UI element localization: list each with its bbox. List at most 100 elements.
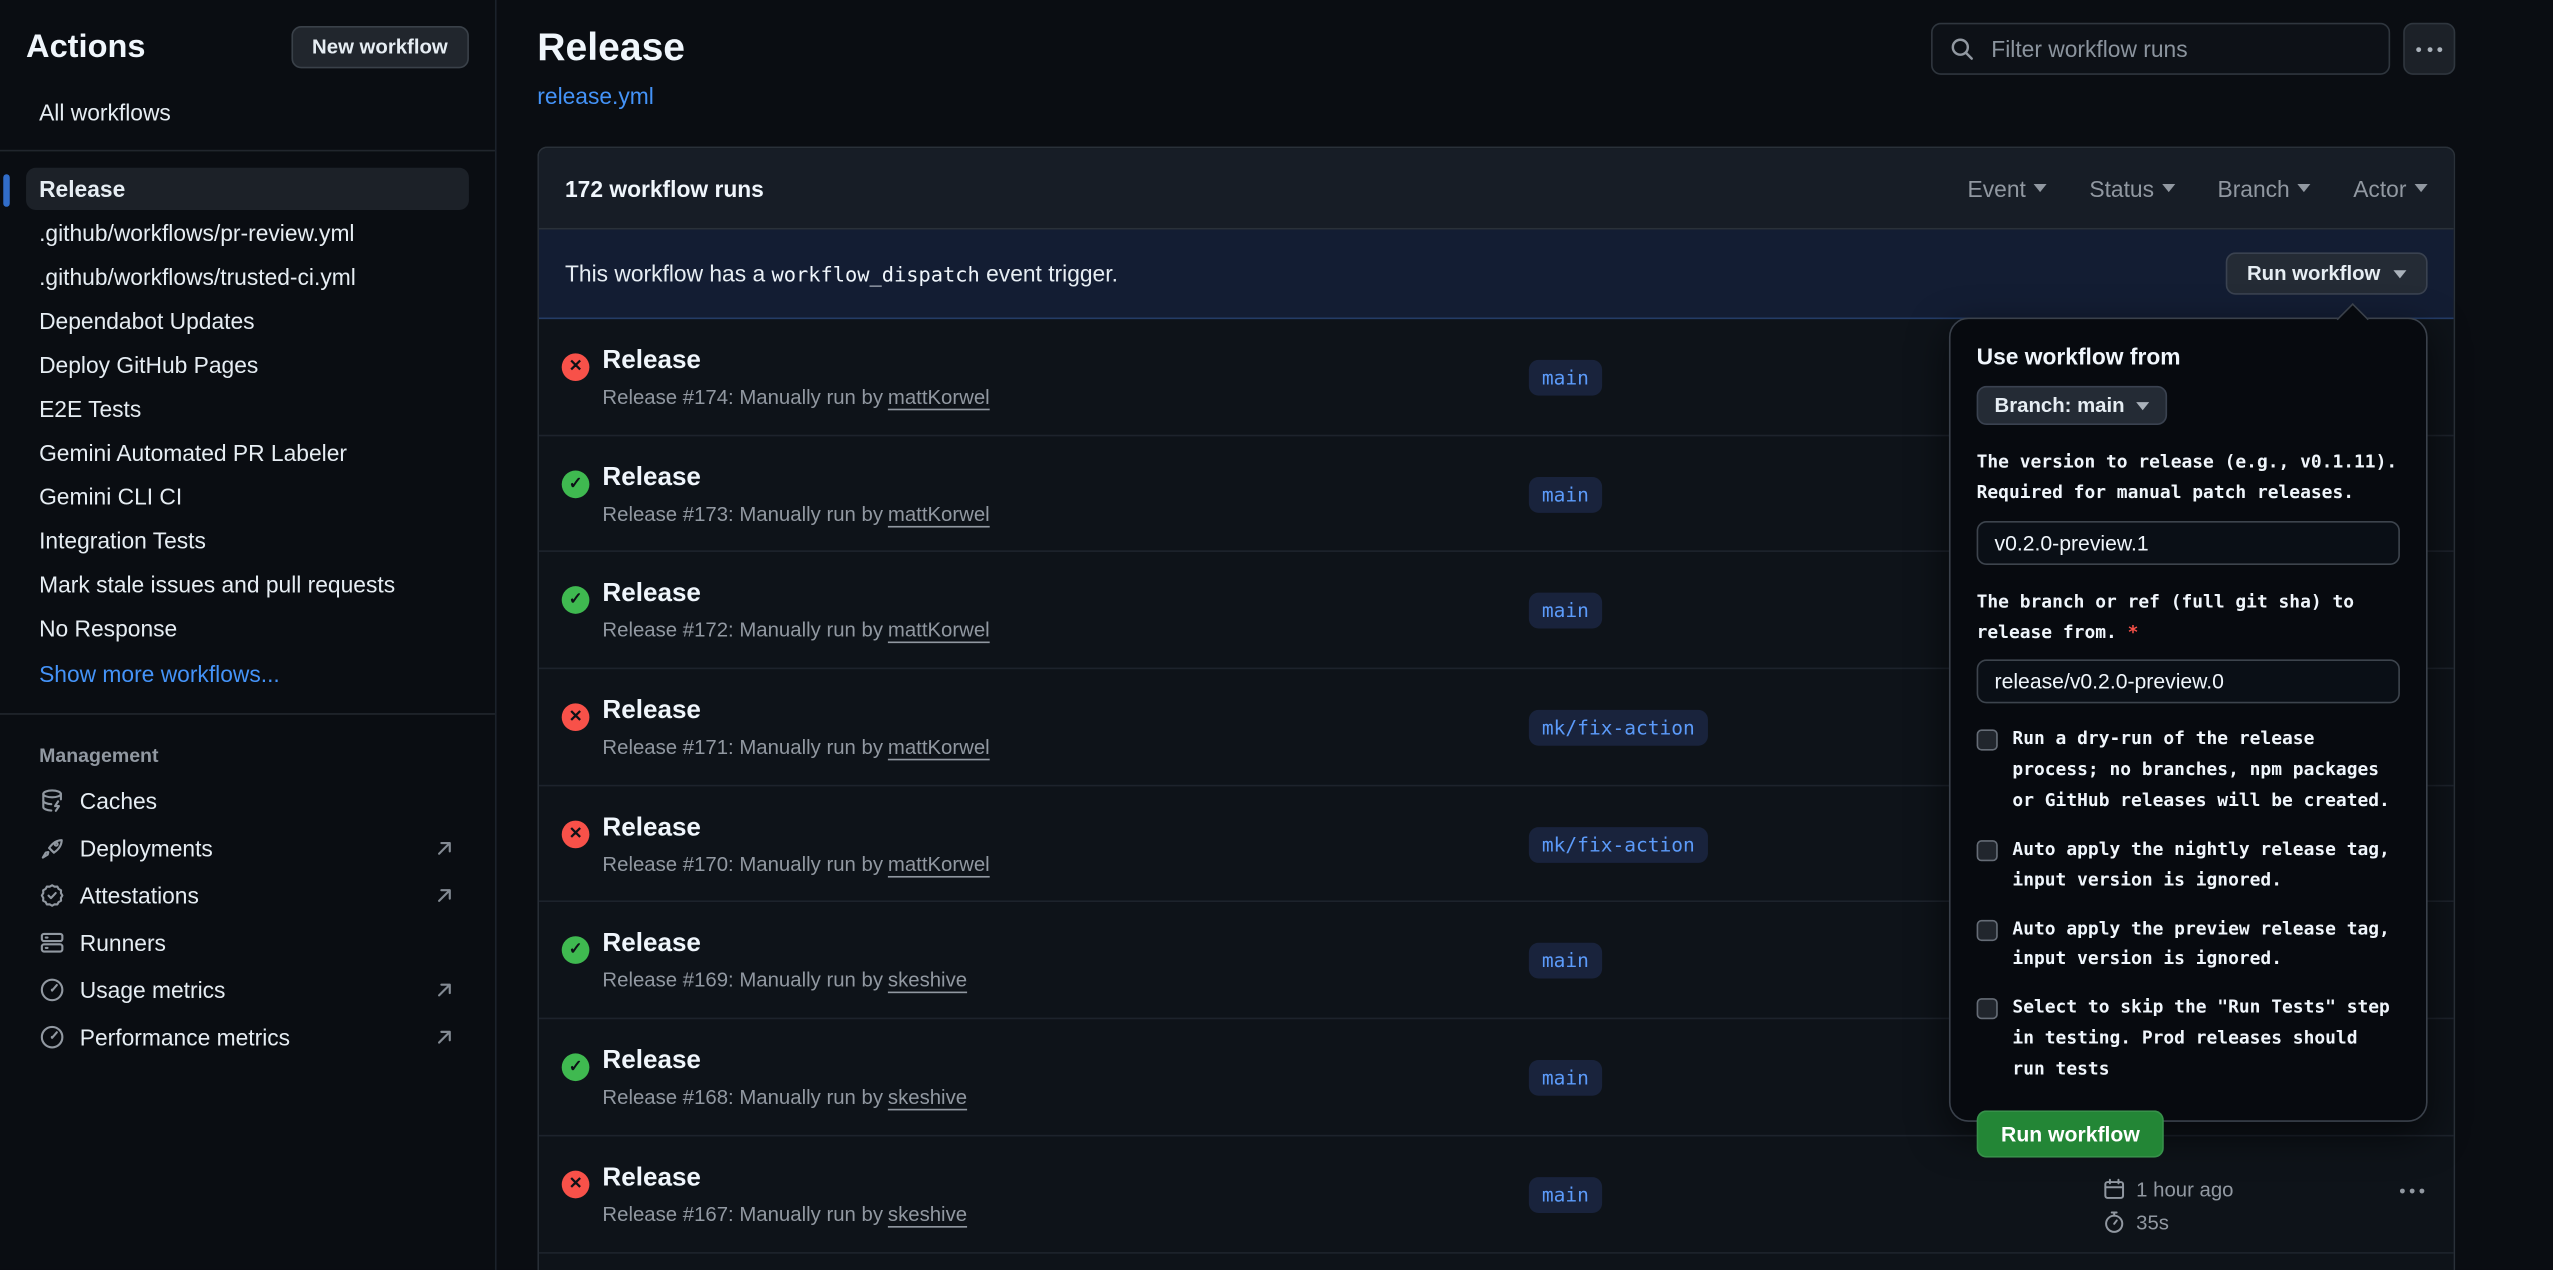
status-success-icon: ✓	[562, 587, 590, 615]
meter-icon	[39, 977, 65, 1003]
run-workflow-dropdown-button[interactable]: Run workflow	[2226, 252, 2428, 294]
kebab-icon	[2414, 46, 2445, 51]
sidebar-management-item[interactable]: Usage metrics	[26, 967, 469, 1013]
status-failure-icon: ✕	[562, 820, 590, 848]
external-link-icon	[433, 1026, 456, 1049]
run-actor-link[interactable]: skeshive	[888, 969, 967, 992]
sidebar-workflow-item[interactable]: .github/workflows/pr-review.yml	[26, 212, 469, 254]
management-section-label: Management	[26, 734, 469, 776]
run-title-link[interactable]: Release	[602, 697, 701, 725]
banner-text: This workflow has a workflow_dispatch ev…	[565, 261, 1118, 287]
sidebar-workflow-item[interactable]: Gemini CLI CI	[26, 475, 469, 517]
branch-badge[interactable]: main	[1529, 943, 1602, 979]
run-title-link[interactable]: Release	[602, 347, 701, 375]
dialog-checkbox-row[interactable]: Auto apply the nightly release tag, inpu…	[1977, 835, 2400, 897]
runs-list-header: 172 workflow runs Event Status	[539, 148, 2454, 229]
run-title-link[interactable]: Release	[602, 1047, 701, 1075]
branch-badge[interactable]: main	[1529, 1060, 1602, 1096]
branch-selector-button[interactable]: Branch: main	[1977, 386, 2167, 425]
filter-runs-searchbox[interactable]	[1931, 23, 2390, 75]
sidebar-workflow-item[interactable]: Integration Tests	[26, 519, 469, 561]
sidebar-workflow-item[interactable]: E2E Tests	[26, 388, 469, 430]
sidebar-workflow-item[interactable]: Deploy GitHub Pages	[26, 344, 469, 386]
dialog-checkbox-row[interactable]: Run a dry-run of the release process; no…	[1977, 725, 2400, 817]
filter-dropdown[interactable]: Branch	[2218, 175, 2311, 201]
workflow-nav-list: Release .github/workflows/pr-review.yml …	[26, 168, 469, 650]
branch-badge[interactable]: main	[1529, 360, 1602, 396]
run-actor-link[interactable]: mattKorwel	[888, 853, 990, 876]
run-workflow-submit-button[interactable]: Run workflow	[1977, 1111, 2165, 1158]
filter-dropdown[interactable]: Actor	[2353, 175, 2427, 201]
filter-dropdown[interactable]: Event	[1968, 175, 2047, 201]
sidebar-workflow-item[interactable]: No Response	[26, 607, 469, 649]
checkbox[interactable]	[1977, 729, 1998, 750]
filter-runs-input[interactable]	[1988, 34, 2372, 63]
branch-badge[interactable]: main	[1529, 593, 1602, 629]
sidebar-workflow-item[interactable]: Dependabot Updates	[26, 300, 469, 342]
sidebar-workflow-item[interactable]: .github/workflows/trusted-ci.yml	[26, 256, 469, 298]
run-description: Release #168: Manually run byskeshive	[602, 1086, 967, 1109]
dialog-checkbox-row[interactable]: Auto apply the preview release tag, inpu…	[1977, 914, 2400, 976]
workflow-dispatch-banner: This workflow has a workflow_dispatch ev…	[539, 230, 2454, 320]
runs-count: 172 workflow runs	[565, 175, 764, 201]
branch-badge[interactable]: main	[1529, 1177, 1602, 1213]
sidebar-workflow-item[interactable]: Release	[26, 168, 469, 210]
run-description: Release #172: Manually run bymattKorwel	[602, 619, 989, 642]
sidebar-management-item[interactable]: Deployments	[26, 825, 469, 871]
required-asterisk: *	[2128, 622, 2139, 643]
run-actor-link[interactable]: mattKorwel	[888, 386, 990, 409]
version-input-label: The version to release (e.g., v0.1.11). …	[1977, 446, 2400, 509]
sidebar-management-item[interactable]: Runners	[26, 920, 469, 966]
filter-dropdown[interactable]: Status	[2089, 175, 2175, 201]
external-link-icon	[433, 884, 456, 907]
version-input[interactable]	[1977, 520, 2400, 564]
new-workflow-button[interactable]: New workflow	[291, 26, 469, 68]
status-success-icon: ✓	[562, 937, 590, 965]
run-title-link[interactable]: Release	[602, 814, 701, 842]
sidebar-divider	[0, 713, 495, 715]
run-description: Release #173: Manually run bymattKorwel	[602, 503, 989, 526]
branch-badge[interactable]: mk/fix-action	[1529, 710, 1708, 746]
checkbox[interactable]	[1977, 999, 1998, 1020]
show-more-workflows-link[interactable]: Show more workflows...	[26, 651, 469, 697]
status-success-icon: ✓	[562, 470, 590, 498]
workflow-file-link[interactable]: release.yml	[537, 83, 685, 109]
sidebar-workflow-item[interactable]: Mark stale issues and pull requests	[26, 563, 469, 605]
workflow-kebab-menu-button[interactable]	[2403, 23, 2455, 75]
run-title-link[interactable]: Release	[602, 930, 701, 958]
run-title-link[interactable]: Release	[602, 464, 701, 492]
ref-input[interactable]	[1977, 659, 2400, 703]
run-title-link[interactable]: Release	[602, 1164, 701, 1192]
run-actor-link[interactable]: mattKorwel	[888, 503, 990, 526]
management-nav-list: Caches Deployments	[26, 778, 469, 1060]
run-actor-link[interactable]: mattKorwel	[888, 619, 990, 642]
branch-badge[interactable]: mk/fix-action	[1529, 827, 1708, 863]
run-description: Release #174: Manually run bymattKorwel	[602, 386, 989, 409]
dialog-checkboxes: Run a dry-run of the release process; no…	[1977, 725, 2400, 1087]
sidebar-divider	[0, 150, 495, 152]
sidebar-title: Actions	[26, 28, 145, 65]
run-actor-link[interactable]: skeshive	[888, 1203, 967, 1226]
search-icon	[1949, 36, 1975, 62]
sidebar-management-item[interactable]: Caches	[26, 778, 469, 824]
ref-input-label: The branch or ref (full git sha) to rele…	[1977, 585, 2400, 648]
sidebar-item-all-workflows[interactable]: All workflows	[26, 91, 469, 133]
server-icon	[39, 930, 65, 956]
external-link-icon	[433, 979, 456, 1002]
chevron-down-icon	[2162, 184, 2175, 192]
run-actor-link[interactable]: skeshive	[888, 1086, 967, 1109]
run-description: Release #167: Manually run byskeshive	[602, 1203, 967, 1226]
chevron-down-icon	[2393, 269, 2406, 277]
sidebar-management-item[interactable]: Attestations	[26, 873, 469, 919]
sidebar-workflow-item[interactable]: Gemini Automated PR Labeler	[26, 431, 469, 473]
sidebar-management-item[interactable]: Performance metrics	[26, 1014, 469, 1060]
run-duration: 35s	[2136, 1211, 2169, 1234]
branch-badge[interactable]: main	[1529, 477, 1602, 513]
run-actor-link[interactable]: mattKorwel	[888, 736, 990, 759]
checkbox[interactable]	[1977, 840, 1998, 861]
run-title-link[interactable]: Release	[602, 580, 701, 608]
run-menu-button[interactable]	[2396, 1188, 2427, 1193]
checkbox[interactable]	[1977, 919, 1998, 940]
run-description: Release #169: Manually run byskeshive	[602, 969, 967, 992]
dialog-checkbox-row[interactable]: Select to skip the "Run Tests" step in t…	[1977, 994, 2400, 1086]
